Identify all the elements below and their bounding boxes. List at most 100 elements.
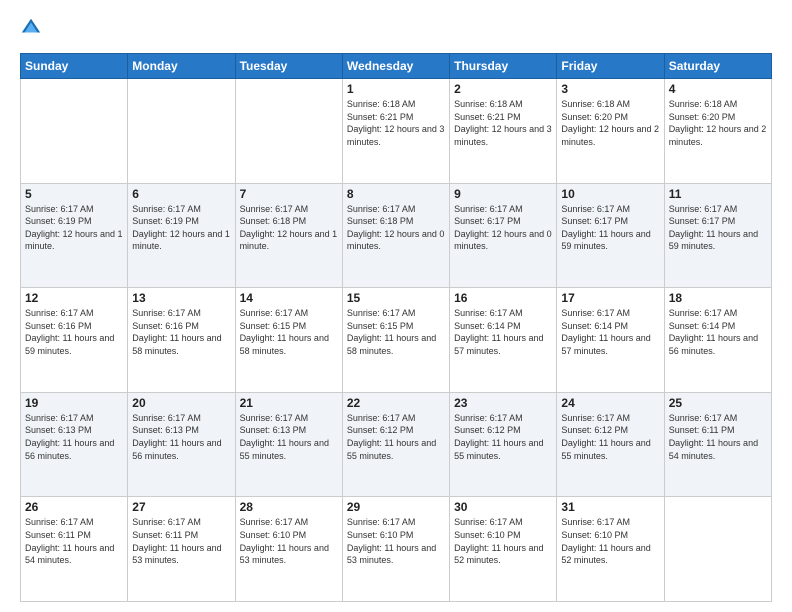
logo-icon [20, 16, 42, 38]
day-number-28: 28 [240, 500, 338, 514]
day-cell-16: 16 Sunrise: 6:17 AM Sunset: 6:14 PM Dayli… [450, 288, 557, 393]
day-cell-17: 17Sunrise: 6:17 AM Sunset: 6:14 PM Dayli… [557, 288, 664, 393]
day-cell-18: 18 Sunrise: 6:17 AM Sunset: 6:14 PM Dayli… [664, 288, 771, 393]
day-number-24: 24 [561, 396, 659, 410]
day-number-17: 17 [561, 291, 659, 305]
day-cell-9: 9Sunrise: 6:17 AM Sunset: 6:17 PM Daylig… [450, 183, 557, 288]
day-info-30: Sunrise: 6:17 AM Sunset: 6:10 PM Dayligh… [454, 516, 552, 566]
day-info-27: Sunrise: 6:17 AM Sunset: 6:11 PM Dayligh… [132, 516, 230, 566]
day-cell-8: 8 Sunrise: 6:17 AM Sunset: 6:18 PM Daylig… [342, 183, 449, 288]
day-info-23: Sunrise: 6:17 AM Sunset: 6:12 PM Dayligh… [454, 412, 552, 462]
day-number-8: 8 [347, 187, 445, 201]
logo [20, 16, 46, 43]
day-number-11: 11 [669, 187, 767, 201]
day-cell-29: 29 Sunrise: 6:17 AM Sunset: 6:10 PM Dayli… [342, 497, 449, 602]
day-number-12: 12 [25, 291, 123, 305]
day-cell-24: 24 Sunrise: 6:17 AM Sunset: 6:12 PM Dayli… [557, 392, 664, 497]
day-cell-10: 10 Sunrise: 6:17 AM Sunset: 6:17 PM Dayli… [557, 183, 664, 288]
day-number-6: 6 [132, 187, 230, 201]
day-number-20: 20 [132, 396, 230, 410]
day-info-11: Sunrise: 6:17 AM Sunset: 6:17 PM Dayligh… [669, 203, 767, 253]
weekday-header-row: SundayMondayTuesdayWednesdayThursdayFrid… [21, 54, 772, 79]
day-number-26: 26 [25, 500, 123, 514]
weekday-saturday: Saturday [664, 54, 771, 79]
weekday-sunday: Sunday [21, 54, 128, 79]
day-info-6: Sunrise: 6:17 AM Sunset: 6:19 PM Dayligh… [132, 203, 230, 253]
weekday-tuesday: Tuesday [235, 54, 342, 79]
day-cell-27: 27 Sunrise: 6:17 AM Sunset: 6:11 PM Dayli… [128, 497, 235, 602]
day-info-19: Sunrise: 6:17 AM Sunset: 6:13 PM Dayligh… [25, 412, 123, 462]
day-info-21: Sunrise: 6:17 AM Sunset: 6:13 PM Dayligh… [240, 412, 338, 462]
day-info-1: Sunrise: 6:18 AM Sunset: 6:21 PM Dayligh… [347, 98, 445, 148]
day-number-27: 27 [132, 500, 230, 514]
day-number-15: 15 [347, 291, 445, 305]
day-number-30: 30 [454, 500, 552, 514]
day-info-24: Sunrise: 6:17 AM Sunset: 6:12 PM Dayligh… [561, 412, 659, 462]
day-number-21: 21 [240, 396, 338, 410]
day-cell-21: 21 Sunrise: 6:17 AM Sunset: 6:13 PM Dayli… [235, 392, 342, 497]
day-number-13: 13 [132, 291, 230, 305]
day-info-16: Sunrise: 6:17 AM Sunset: 6:14 PM Dayligh… [454, 307, 552, 357]
header [20, 16, 772, 43]
calendar-week-1: 1 Sunrise: 6:18 AM Sunset: 6:21 PM Daylig… [21, 79, 772, 184]
day-info-4: Sunrise: 6:18 AM Sunset: 6:20 PM Dayligh… [669, 98, 767, 148]
day-info-31: Sunrise: 6:17 AM Sunset: 6:10 PM Dayligh… [561, 516, 659, 566]
day-cell-1: 1 Sunrise: 6:18 AM Sunset: 6:21 PM Daylig… [342, 79, 449, 184]
day-cell-15: 15 Sunrise: 6:17 AM Sunset: 6:15 PM Dayli… [342, 288, 449, 393]
day-number-7: 7 [240, 187, 338, 201]
day-info-7: Sunrise: 6:17 AM Sunset: 6:18 PM Dayligh… [240, 203, 338, 253]
calendar-week-5: 26 Sunrise: 6:17 AM Sunset: 6:11 PM Dayli… [21, 497, 772, 602]
day-number-1: 1 [347, 82, 445, 96]
calendar-week-4: 19 Sunrise: 6:17 AM Sunset: 6:13 PM Dayli… [21, 392, 772, 497]
weekday-friday: Friday [557, 54, 664, 79]
day-number-18: 18 [669, 291, 767, 305]
day-cell-22: 22 Sunrise: 6:17 AM Sunset: 6:12 PM Dayli… [342, 392, 449, 497]
day-cell-5: 5 Sunrise: 6:17 AM Sunset: 6:19 PM Daylig… [21, 183, 128, 288]
day-number-5: 5 [25, 187, 123, 201]
empty-cell [664, 497, 771, 602]
day-number-31: 31 [561, 500, 659, 514]
day-info-15: Sunrise: 6:17 AM Sunset: 6:15 PM Dayligh… [347, 307, 445, 357]
day-cell-4: 4 Sunrise: 6:18 AM Sunset: 6:20 PM Daylig… [664, 79, 771, 184]
weekday-monday: Monday [128, 54, 235, 79]
day-number-25: 25 [669, 396, 767, 410]
weekday-wednesday: Wednesday [342, 54, 449, 79]
day-info-29: Sunrise: 6:17 AM Sunset: 6:10 PM Dayligh… [347, 516, 445, 566]
day-cell-2: 2Sunrise: 6:18 AM Sunset: 6:21 PM Daylig… [450, 79, 557, 184]
day-cell-25: 25 Sunrise: 6:17 AM Sunset: 6:11 PM Dayli… [664, 392, 771, 497]
day-number-4: 4 [669, 82, 767, 96]
day-cell-7: 7 Sunrise: 6:17 AM Sunset: 6:18 PM Daylig… [235, 183, 342, 288]
day-number-2: 2 [454, 82, 552, 96]
calendar-week-2: 5 Sunrise: 6:17 AM Sunset: 6:19 PM Daylig… [21, 183, 772, 288]
day-cell-13: 13 Sunrise: 6:17 AM Sunset: 6:16 PM Dayli… [128, 288, 235, 393]
day-cell-30: 30 Sunrise: 6:17 AM Sunset: 6:10 PM Dayli… [450, 497, 557, 602]
day-info-13: Sunrise: 6:17 AM Sunset: 6:16 PM Dayligh… [132, 307, 230, 357]
day-number-29: 29 [347, 500, 445, 514]
day-number-3: 3 [561, 82, 659, 96]
day-info-9: Sunrise: 6:17 AM Sunset: 6:17 PM Dayligh… [454, 203, 552, 253]
day-info-26: Sunrise: 6:17 AM Sunset: 6:11 PM Dayligh… [25, 516, 123, 566]
empty-cell [21, 79, 128, 184]
day-info-10: Sunrise: 6:17 AM Sunset: 6:17 PM Dayligh… [561, 203, 659, 253]
day-info-18: Sunrise: 6:17 AM Sunset: 6:14 PM Dayligh… [669, 307, 767, 357]
day-number-19: 19 [25, 396, 123, 410]
day-number-14: 14 [240, 291, 338, 305]
day-cell-14: 14Sunrise: 6:17 AM Sunset: 6:15 PM Dayli… [235, 288, 342, 393]
day-info-22: Sunrise: 6:17 AM Sunset: 6:12 PM Dayligh… [347, 412, 445, 462]
day-info-25: Sunrise: 6:17 AM Sunset: 6:11 PM Dayligh… [669, 412, 767, 462]
calendar-table: SundayMondayTuesdayWednesdayThursdayFrid… [20, 53, 772, 602]
day-cell-28: 28 Sunrise: 6:17 AM Sunset: 6:10 PM Dayli… [235, 497, 342, 602]
day-info-20: Sunrise: 6:17 AM Sunset: 6:13 PM Dayligh… [132, 412, 230, 462]
day-number-10: 10 [561, 187, 659, 201]
calendar-week-3: 12 Sunrise: 6:17 AM Sunset: 6:16 PM Dayli… [21, 288, 772, 393]
day-info-28: Sunrise: 6:17 AM Sunset: 6:10 PM Dayligh… [240, 516, 338, 566]
page: SundayMondayTuesdayWednesdayThursdayFrid… [0, 0, 792, 612]
day-cell-31: 31 Sunrise: 6:17 AM Sunset: 6:10 PM Dayli… [557, 497, 664, 602]
day-number-22: 22 [347, 396, 445, 410]
day-cell-20: 20 Sunrise: 6:17 AM Sunset: 6:13 PM Dayli… [128, 392, 235, 497]
day-cell-26: 26 Sunrise: 6:17 AM Sunset: 6:11 PM Dayli… [21, 497, 128, 602]
day-info-8: Sunrise: 6:17 AM Sunset: 6:18 PM Dayligh… [347, 203, 445, 253]
day-number-16: 16 [454, 291, 552, 305]
day-info-5: Sunrise: 6:17 AM Sunset: 6:19 PM Dayligh… [25, 203, 123, 253]
day-cell-23: 23Sunrise: 6:17 AM Sunset: 6:12 PM Dayli… [450, 392, 557, 497]
